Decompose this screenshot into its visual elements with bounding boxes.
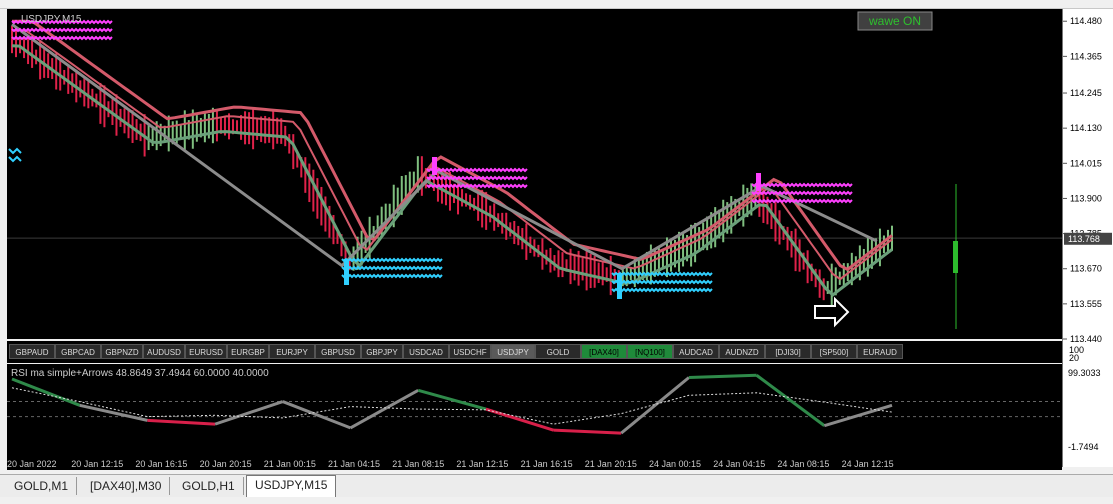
time-tick-label: 24 Jan 12:15	[842, 459, 894, 469]
symbol-button-gbpjpy[interactable]: GBPJPY	[361, 344, 403, 359]
time-axis: 20 Jan 2022 20 Jan 12:15 20 Jan 16:15 20 Ja…	[7, 456, 1062, 470]
symbol-button-gbpcad[interactable]: GBPCAD	[55, 344, 101, 359]
time-tick-label: 24 Jan 08:15	[777, 459, 829, 469]
rsi-min-label: -1.7494	[1068, 442, 1099, 452]
time-tick-label: 21 Jan 04:15	[328, 459, 380, 469]
price-tick-label: 114.130	[1070, 123, 1102, 133]
price-chart[interactable]: USDJPY,M15 wawe ON	[7, 9, 1062, 339]
price-tick-label: 113.900	[1070, 193, 1102, 203]
tab-usdjpy-m15[interactable]: USDJPY,M15	[246, 475, 337, 497]
cyan-signal-band	[341, 257, 443, 263]
tab-gold-h1[interactable]: GOLD,H1	[174, 477, 244, 495]
symbol-button-euraud[interactable]: EURAUD	[857, 344, 903, 359]
price-chart-canvas: USDJPY,M15 wawe ON	[7, 11, 1062, 329]
sell-arrow-icon	[756, 173, 761, 191]
toolbar-strip	[0, 0, 1113, 9]
symbol-button-gold[interactable]: GOLD	[535, 344, 581, 359]
chart-tabs: GOLD,M1 [DAX40],M30 GOLD,H1 USDJPY,M15	[0, 474, 1113, 497]
price-tick-label: 114.480	[1070, 16, 1102, 26]
rsi-segment	[823, 403, 893, 428]
rsi-max-label: 99.3033	[1068, 368, 1101, 378]
price-tick-label: 114.015	[1070, 158, 1102, 168]
time-tick-label: 20 Jan 16:15	[135, 459, 187, 469]
symbol-button-audnzd[interactable]: AUDNZD	[719, 344, 765, 359]
rsi-segment	[755, 374, 826, 427]
price-tick-label: 113.555	[1070, 299, 1102, 309]
price-tick-label: 114.365	[1070, 51, 1102, 61]
time-axis-canvas: 20 Jan 2022 20 Jan 12:15 20 Jan 16:15 20 Ja…	[7, 459, 894, 469]
buy-arrow-icon	[617, 273, 622, 299]
magenta-signal-band	[426, 183, 528, 189]
time-tick-label: 24 Jan 00:15	[649, 459, 701, 469]
rsi-segment	[214, 400, 284, 426]
time-tick-label: 20 Jan 2022	[7, 459, 57, 469]
time-tick-label: 21 Jan 08:15	[392, 459, 444, 469]
wawe-on-label: wawe ON	[868, 14, 921, 28]
symbol-button-usdjpy[interactable]: USDJPY	[491, 344, 535, 359]
cyan-signal-band	[611, 287, 713, 293]
cyan-signal-band	[611, 279, 713, 285]
cyan-marker-icon	[8, 147, 22, 163]
time-tick-label: 21 Jan 12:15	[456, 459, 508, 469]
symbol-button-gbpusd[interactable]: GBPUSD	[315, 344, 361, 359]
price-scale[interactable]: 114.480 114.365 114.245 114.130 114.015 113.9…	[1062, 9, 1113, 467]
cyan-signal-band	[341, 265, 443, 271]
price-tick-label: 114.245	[1070, 88, 1102, 98]
time-tick-label: 21 Jan 00:15	[264, 459, 316, 469]
symbol-button-eurjpy[interactable]: EURJPY	[269, 344, 315, 359]
time-tick-label: 21 Jan 20:15	[585, 459, 637, 469]
symbol-button-audusd[interactable]: AUDUSD	[143, 344, 185, 359]
magenta-signal-band	[426, 167, 528, 173]
current-price-label: 113.768	[1068, 234, 1100, 244]
symbol-button-eurusd[interactable]: EURUSD	[185, 344, 227, 359]
magenta-signal-band	[751, 182, 853, 188]
rsi-segment	[620, 376, 690, 435]
symbol-button-gbpnzd[interactable]: GBPNZD	[101, 344, 143, 359]
rsi-segment	[417, 388, 487, 411]
symbol-button-audcad[interactable]: AUDCAD	[673, 344, 719, 359]
zigzag-line	[11, 23, 878, 271]
cyan-signal-band	[611, 271, 713, 277]
price-tick-label: 113.440	[1070, 334, 1102, 344]
magenta-signal-band	[751, 190, 853, 196]
rsi-segment	[147, 418, 216, 426]
cyan-signal-band	[341, 273, 443, 279]
rsi-label: RSI ma simple+Arrows 48.8649 37.4944 60.…	[11, 368, 269, 379]
price-scale-canvas: 114.480 114.365 114.245 114.130 114.015 113.9…	[1063, 16, 1112, 452]
symbol-button-dji30[interactable]: [DJI30]	[765, 344, 811, 359]
magenta-signal-band	[11, 35, 113, 41]
symbol-button-gbpaud[interactable]: GBPAUD	[9, 344, 55, 359]
rsi-segment	[688, 373, 757, 379]
symbol-button-usdcad[interactable]: USDCAD	[403, 344, 449, 359]
rsi-segment	[282, 400, 352, 430]
magenta-signal-band	[11, 27, 113, 33]
time-tick-label: 24 Jan 04:15	[713, 459, 765, 469]
symbol-button-dax40[interactable]: [DAX40]	[581, 344, 627, 359]
magenta-signal-band	[751, 198, 853, 204]
buy-arrow-icon	[344, 259, 349, 285]
time-tick-label: 20 Jan 12:15	[71, 459, 123, 469]
time-tick-label: 20 Jan 20:15	[200, 459, 252, 469]
price-tick-label: 113.670	[1070, 264, 1102, 274]
rsi-indicator-panel[interactable]: RSI ma simple+Arrows 48.8649 37.4944 60.…	[7, 364, 1062, 456]
rsi-segment	[553, 428, 622, 435]
separator-scale-label: 20	[1069, 353, 1079, 363]
vertical-marker-bar	[953, 241, 958, 273]
symbol-button-bar: GBPAUD GBPCAD GBPNZD AUDUSD EURUSD EURGBP EURJ…	[7, 341, 1062, 363]
sell-arrow-icon	[432, 157, 437, 175]
rsi-segment	[79, 403, 148, 422]
symbol-button-sp500[interactable]: [SP500]	[811, 344, 857, 359]
symbol-button-usdchf[interactable]: USDCHF	[449, 344, 491, 359]
tab-dax40-m30[interactable]: [DAX40],M30	[82, 477, 171, 495]
symbol-button-eurgbp[interactable]: EURGBP	[227, 344, 269, 359]
symbol-button-nq100[interactable]: [NQ100]	[627, 344, 673, 359]
tab-gold-m1[interactable]: GOLD,M1	[6, 477, 78, 495]
rsi-canvas: RSI ma simple+Arrows 48.8649 37.4944 60.…	[7, 368, 1062, 435]
time-tick-label: 21 Jan 16:15	[521, 459, 573, 469]
chart-title: USDJPY,M15	[21, 14, 82, 25]
terminal-window: USDJPY,M15 wawe ON GBPAUD GBPCAD GBPNZD AUDU…	[0, 0, 1113, 504]
